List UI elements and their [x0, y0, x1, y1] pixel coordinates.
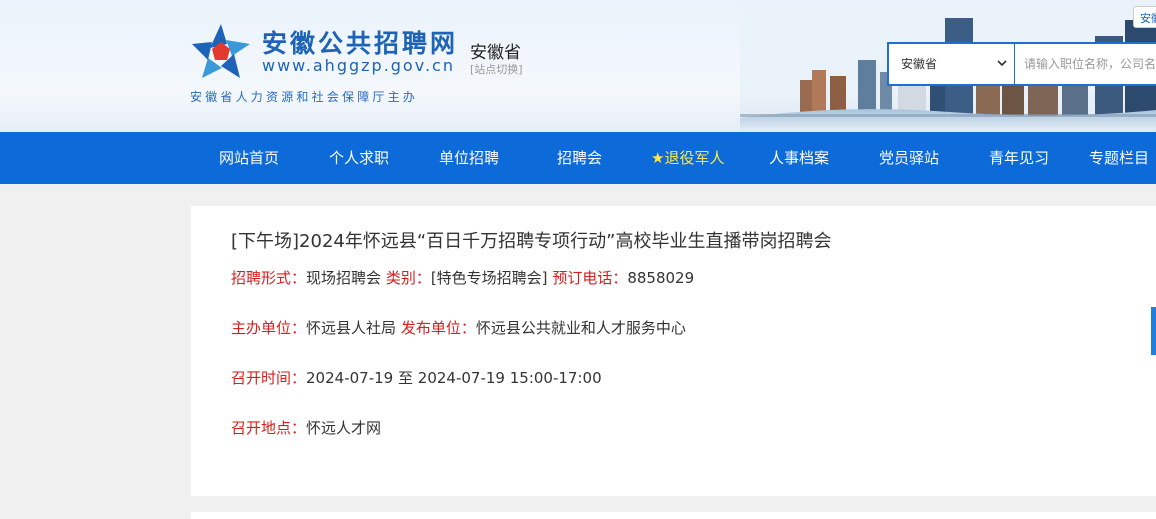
- start-date: 2024-07-19: [306, 369, 394, 387]
- category-label: 类别：: [385, 269, 431, 287]
- region-select[interactable]: 安徽省: [889, 44, 1015, 84]
- organizer-value: 怀远县人社局: [306, 319, 397, 337]
- form-value: 现场招聘会: [306, 269, 382, 287]
- nav-item-youth-internship[interactable]: 青年见习: [989, 132, 1049, 184]
- region-select-wrapper: 安徽省: [889, 44, 1015, 84]
- host-organization: 安徽省人力资源和社会保障厅主办: [190, 90, 419, 104]
- site-header: 安徽公共招聘网 www.ahggzp.gov.cn 安徽省 [站点切换] 安徽省…: [0, 0, 1156, 132]
- nav-item-home[interactable]: 网站首页: [219, 132, 279, 184]
- main-nav: 网站首页 个人求职 单位招聘 招聘会 ★退役军人 人事档案 党员驿站 青年见习 …: [0, 132, 1156, 184]
- region-switch-link[interactable]: [站点切换]: [470, 61, 523, 77]
- publisher-value: 怀远县公共就业和人才服务中心: [475, 319, 686, 337]
- nav-item-party-station[interactable]: 党员驿站: [879, 132, 939, 184]
- nav-item-veterans[interactable]: ★退役军人: [651, 132, 724, 184]
- organizer-label: 主办单位：: [231, 319, 307, 337]
- category-value: [特色专场招聘会]: [430, 269, 548, 287]
- publisher-label: 发布单位：: [400, 319, 476, 337]
- next-card-edge: [191, 512, 1156, 519]
- fair-organizer-row: 主办单位：怀远县人社局 发布单位：怀远县公共就业和人才服务中心: [231, 317, 686, 338]
- time-range: 15:00-17:00: [509, 369, 602, 387]
- site-title: 安徽公共招聘网: [262, 29, 459, 58]
- time-label: 召开时间：: [231, 369, 307, 387]
- nav-item-special-topics[interactable]: 专题栏目: [1089, 132, 1149, 184]
- job-fair-detail-card: [下午场]2024年怀远县“百日千万招聘专项行动”高校毕业生直播带岗招聘会 招聘…: [191, 206, 1156, 496]
- phone-value: 8858029: [627, 269, 695, 287]
- location-label: 召开地点：: [231, 419, 307, 437]
- end-date: 2024-07-19: [417, 369, 505, 387]
- fair-form-row: 招聘形式：现场招聘会 类别：[特色专场招聘会] 预订电话：8858029: [231, 267, 694, 288]
- fair-time-row: 召开时间：2024-07-19 至 2024-07-19 15:00-17:00: [231, 367, 602, 388]
- nav-item-personnel-files[interactable]: 人事档案: [769, 132, 829, 184]
- location-value: 怀远人才网: [306, 419, 382, 437]
- fair-location-row: 召开地点：怀远人才网: [231, 417, 381, 438]
- page-title: [下午场]2024年怀远县“百日千万招聘专项行动”高校毕业生直播带岗招聘会: [231, 231, 832, 252]
- corner-site-tag[interactable]: 安徽: [1133, 6, 1156, 28]
- phone-label: 预订电话：: [552, 269, 628, 287]
- nav-item-employer-recruiting[interactable]: 单位招聘: [439, 132, 499, 184]
- site-logo-icon[interactable]: [190, 22, 252, 82]
- date-separator: 至: [397, 369, 413, 387]
- keyword-search-input[interactable]: [1015, 44, 1156, 84]
- nav-item-job-fairs[interactable]: 招聘会: [557, 132, 602, 184]
- current-region: 安徽省: [470, 43, 521, 63]
- form-label: 招聘形式：: [231, 269, 307, 287]
- nav-item-job-seeking[interactable]: 个人求职: [329, 132, 389, 184]
- search-bar: 安徽省: [887, 42, 1156, 86]
- site-url: www.ahggzp.gov.cn: [262, 56, 455, 75]
- side-float-tab[interactable]: [1151, 307, 1156, 355]
